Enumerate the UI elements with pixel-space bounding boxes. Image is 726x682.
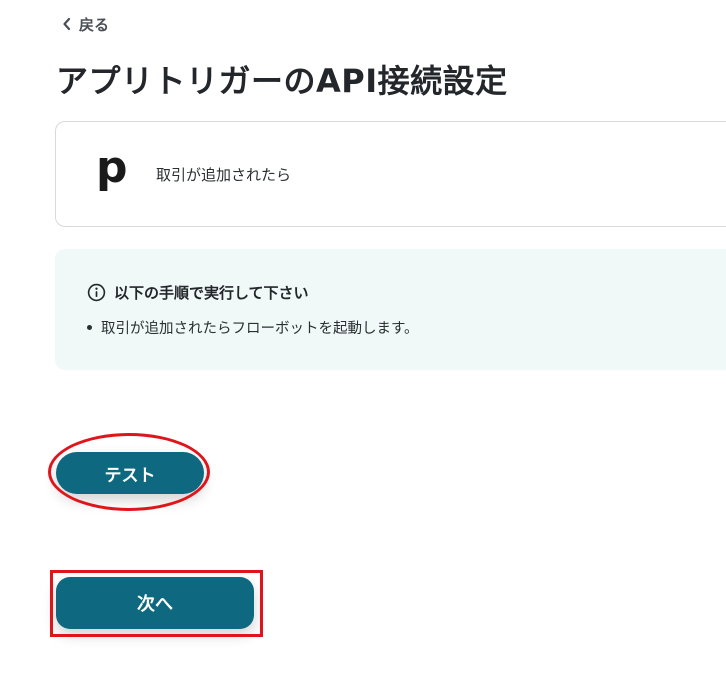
list-item: 取引が追加されたらフローボットを起動します。 bbox=[87, 317, 419, 338]
bullet-icon bbox=[87, 325, 92, 330]
instructions-list: 取引が追加されたらフローボットを起動します。 bbox=[87, 317, 419, 338]
instructions-heading-text: 以下の手順で実行して下さい bbox=[114, 284, 309, 302]
next-button[interactable]: 次へ bbox=[56, 577, 254, 629]
trigger-label: 取引が追加されたら bbox=[156, 166, 292, 184]
back-link[interactable]: 戻る bbox=[62, 12, 109, 36]
page-title: アプリトリガーのAPI接続設定 bbox=[56, 62, 508, 100]
instructions-heading: 以下の手順で実行して下さい bbox=[87, 282, 309, 303]
back-label: 戻る bbox=[79, 15, 110, 34]
test-button[interactable]: テスト bbox=[56, 452, 204, 494]
app-logo-icon: p bbox=[96, 142, 128, 193]
info-icon bbox=[87, 283, 106, 302]
instructions-box: 以下の手順で実行して下さい 取引が追加されたらフローボットを起動します。 bbox=[55, 249, 726, 370]
list-item-text: 取引が追加されたらフローボットを起動します。 bbox=[101, 321, 419, 337]
trigger-app-card: p 取引が追加されたら bbox=[55, 121, 726, 227]
chevron-left-icon bbox=[63, 17, 71, 31]
